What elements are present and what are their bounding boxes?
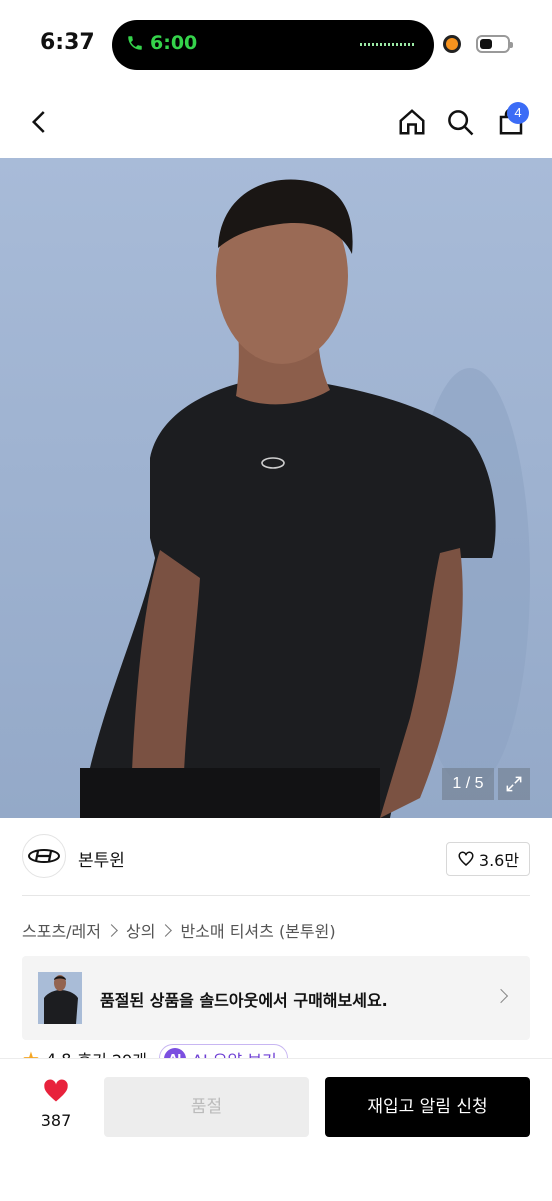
soldout-banner-text: 품절된 상품을 솔드아웃에서 구매해보세요. (100, 991, 388, 1010)
search-button[interactable] (442, 104, 478, 140)
battery-icon (476, 35, 513, 53)
breadcrumb-item-tshirts[interactable]: 반소매 티셔츠 (본투윈) (180, 918, 335, 942)
status-bar: 6:37 6:00 (0, 0, 552, 88)
heart-outline-icon (458, 851, 474, 866)
restock-alert-button[interactable]: 재입고 알림 신청 (325, 1077, 530, 1137)
brand-like-button[interactable]: 3.6만 (446, 842, 530, 876)
breadcrumb: 스포츠/레저 상의 반소매 티셔츠 (본투윈) (22, 918, 336, 942)
chevron-right-icon (105, 923, 118, 937)
wishlist-count: 387 (40, 1111, 72, 1130)
brand-logo[interactable] (22, 834, 66, 878)
breadcrumb-item-sports[interactable]: 스포츠/레저 (22, 918, 101, 942)
brand-logo-icon (28, 849, 60, 863)
banner-thumbnail (38, 972, 82, 1024)
wishlist-button[interactable]: 387 (28, 1077, 84, 1130)
home-button[interactable] (394, 104, 430, 140)
chevron-right-icon (493, 988, 509, 1004)
soldout-button[interactable]: 품절 (104, 1077, 309, 1137)
call-duration: 6:00 (150, 32, 198, 54)
image-counter: 1 / 5 (442, 768, 494, 800)
model-photo (80, 179, 530, 818)
brand-like-count: 3.6만 (478, 851, 520, 870)
phone-icon (128, 36, 142, 50)
back-button[interactable] (22, 104, 58, 140)
brand-row: 본투윈 3.6만 (22, 834, 530, 880)
cart-count-badge: 4 (507, 102, 529, 124)
chevron-right-icon (159, 923, 173, 937)
expand-icon (506, 776, 522, 792)
dynamic-island[interactable]: 6:00 (112, 20, 434, 70)
product-image[interactable] (0, 158, 552, 818)
status-time: 6:37 (40, 30, 95, 55)
heart-filled-icon (44, 1079, 68, 1102)
call-indicator: 6:00 (126, 32, 197, 54)
audio-waveform (360, 43, 416, 46)
search-icon (448, 110, 474, 136)
expand-image-button[interactable] (498, 768, 530, 800)
brand-name[interactable]: 본투윈 (78, 846, 125, 871)
soldout-banner[interactable]: 품절된 상품을 솔드아웃에서 구매해보세요. (22, 956, 530, 1040)
top-nav (0, 88, 552, 158)
bottom-action-bar: 387 품절 재입고 알림 신청 (0, 1058, 552, 1201)
home-icon (399, 109, 425, 135)
breadcrumb-item-tops[interactable]: 상의 (126, 918, 155, 942)
divider (22, 895, 530, 896)
recording-dot-icon (446, 38, 458, 50)
back-icon (31, 111, 45, 133)
